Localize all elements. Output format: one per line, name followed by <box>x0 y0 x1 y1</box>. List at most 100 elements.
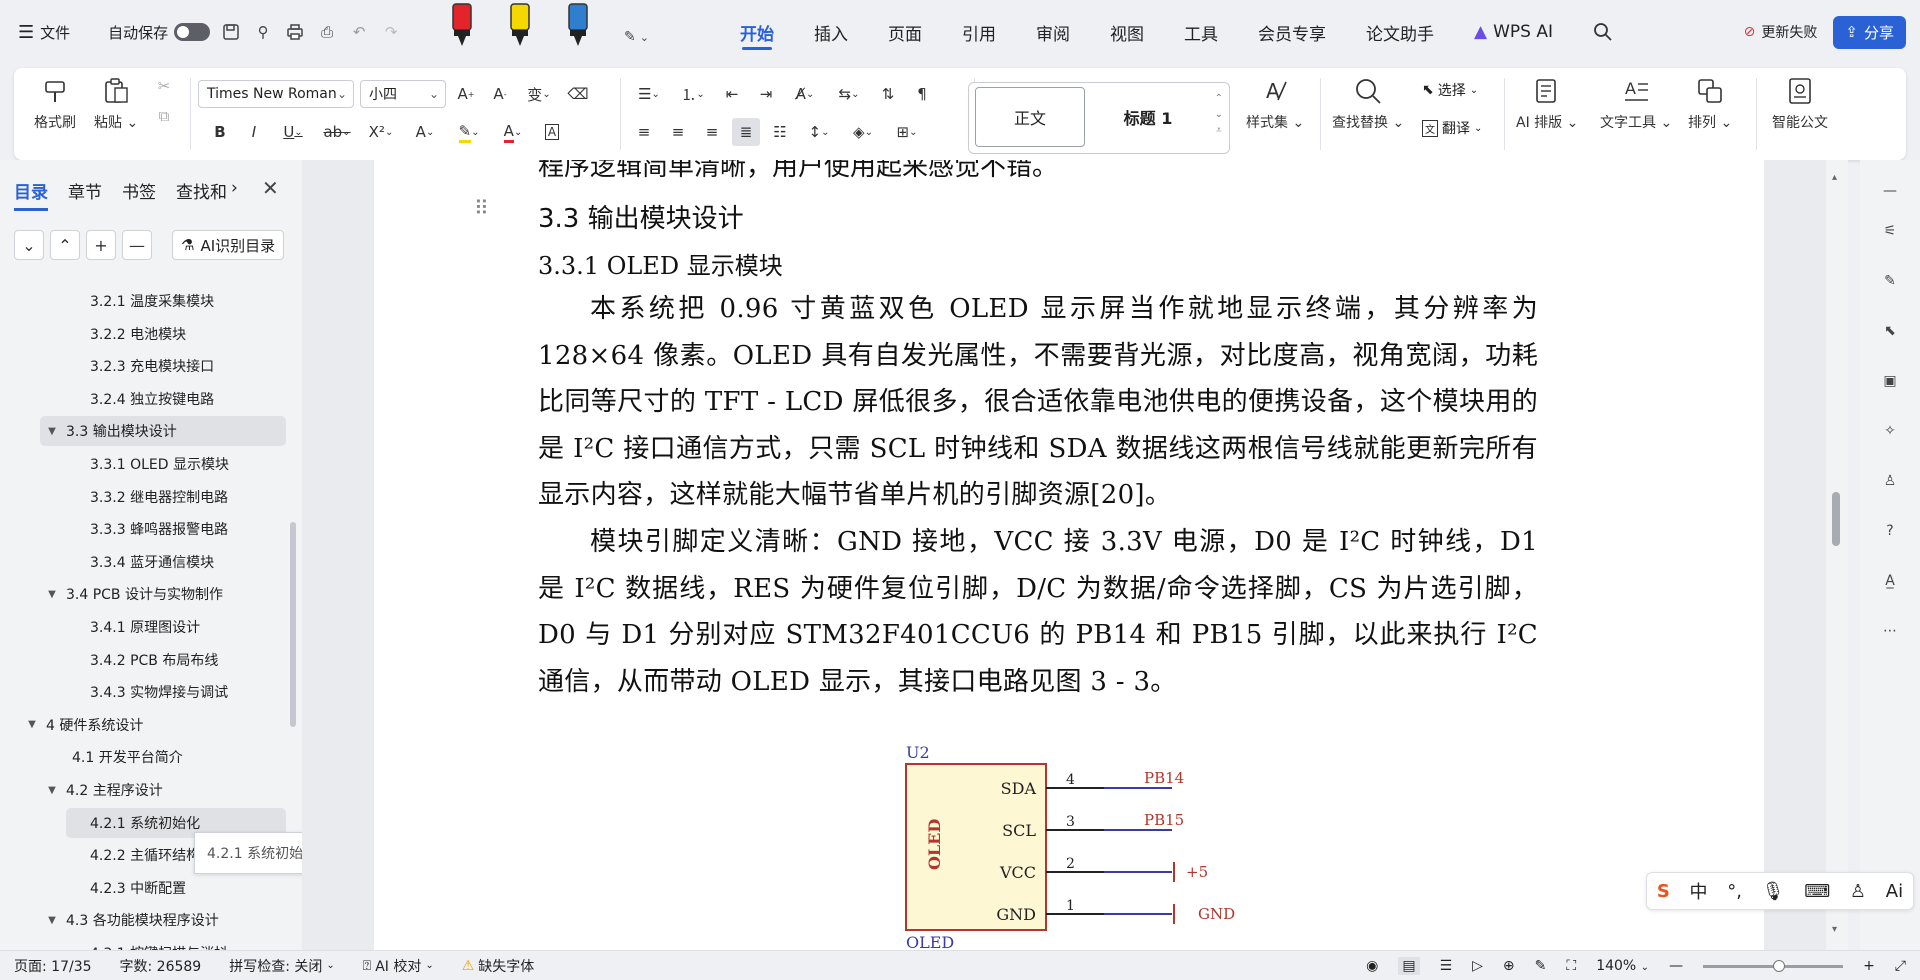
outline-view-icon[interactable]: ☰ <box>1440 958 1453 974</box>
zoom-slider-knob[interactable] <box>1773 959 1786 972</box>
red-marker-icon[interactable] <box>450 0 474 48</box>
tab-view[interactable]: 视图 <box>1090 0 1164 64</box>
expand-triangle-icon[interactable]: ▼ <box>24 719 40 730</box>
page-view-icon[interactable]: ▤ <box>1398 957 1420 975</box>
drag-handle-icon[interactable]: ⠿ <box>474 196 489 220</box>
style-normal[interactable]: 正文 <box>975 87 1085 147</box>
style-set-button[interactable]: A 样式集 ⌄ <box>1246 76 1304 132</box>
share-button[interactable]: ⇪ 分享 <box>1833 15 1906 49</box>
tab-home[interactable]: 开始 <box>720 0 794 64</box>
toc-item[interactable]: 3.3.4 蓝牙通信模块 <box>66 547 286 577</box>
cut-icon[interactable]: ✂ <box>150 72 178 100</box>
more-icon[interactable]: ⋯ <box>1877 618 1903 644</box>
toc-item[interactable]: ▼ 3.3 输出模块设计 <box>40 416 286 447</box>
decrease-indent-icon[interactable]: ⇤ <box>718 80 746 108</box>
collapse-all-button[interactable]: ⌄ <box>14 230 44 260</box>
print-preview-icon[interactable]: ⎙ <box>316 21 338 43</box>
page-indicator[interactable]: 页面: 17/35 <box>0 956 106 976</box>
autosave-toggle[interactable]: 自动保存 <box>108 22 211 43</box>
paste-button[interactable]: 粘贴 ⌄ <box>94 76 138 132</box>
italic-icon[interactable]: I <box>240 118 268 146</box>
toc-item[interactable]: ▼ 4 硬件系统设计 <box>20 710 286 740</box>
adjust-icon[interactable]: ⚟ <box>1877 218 1903 244</box>
zoom-slider[interactable] <box>1703 959 1844 972</box>
image-icon[interactable]: ▣ <box>1877 368 1903 394</box>
toc-item[interactable]: ▼ 3.4 PCB 设计与实物制作 <box>40 579 286 609</box>
justify-icon[interactable]: ≣ <box>732 118 760 146</box>
toc-scrollbar[interactable] <box>290 522 296 727</box>
file-menu-button[interactable]: ☰ 文件 <box>18 22 70 43</box>
toc-item[interactable]: 3.2.3 充电模块接口 <box>66 351 286 381</box>
scroll-up-icon[interactable]: ▴ <box>1832 172 1837 183</box>
tab-tools[interactable]: 工具 <box>1164 0 1238 64</box>
sort-icon[interactable]: ⇅ <box>874 80 902 108</box>
keyboard-icon[interactable]: ⌨ <box>1804 881 1830 902</box>
write-view-icon[interactable]: ✎ <box>1535 958 1547 974</box>
toc-item[interactable]: 4.3.1 按键扫描与消抖 <box>66 938 286 950</box>
chinese-layout-icon[interactable]: A̸ ⌄ <box>786 80 824 108</box>
format-painter-button[interactable]: 格式刷 <box>34 76 76 132</box>
tab-find-replace[interactable]: 查找和 <box>176 178 227 203</box>
expand-triangle-icon[interactable]: ▼ <box>44 785 60 796</box>
tab-bookmarks[interactable]: 书签 <box>122 178 156 203</box>
add-heading-button[interactable]: + <box>86 230 116 260</box>
redo-icon[interactable]: ↷ <box>380 21 402 43</box>
expand-triangle-icon[interactable]: ▼ <box>44 589 60 600</box>
punctuation-icon[interactable]: °, <box>1727 881 1742 902</box>
collapse-sidebar-icon[interactable]: — <box>1877 178 1903 204</box>
style-heading1[interactable]: 标题 1 <box>1093 87 1203 147</box>
find-replace-button[interactable]: 查找替换 ⌄ <box>1332 76 1404 132</box>
scroll-down-icon[interactable]: ▾ <box>1832 924 1837 935</box>
ai-proofread-button[interactable]: ⍰ AI 校对 ⌄ <box>349 956 448 976</box>
smart-doc-button[interactable]: 智能公文 <box>1772 76 1828 132</box>
text-effect-icon[interactable]: A ⌄ <box>406 118 444 146</box>
increase-indent-icon[interactable]: ⇥ <box>752 80 780 108</box>
tab-chapters[interactable]: 章节 <box>68 178 102 203</box>
phonetic-guide-icon[interactable]: 变 ⌄ <box>520 80 558 108</box>
save-icon[interactable] <box>220 21 242 43</box>
ime-chinese-mode[interactable]: 中 <box>1690 878 1708 904</box>
share-link-icon[interactable]: ⚲ <box>252 21 274 43</box>
toc-item[interactable]: 3.3.1 OLED 显示模块 <box>66 449 286 479</box>
toc-item[interactable]: 4.2.3 中断配置 <box>66 873 286 903</box>
tab-member[interactable]: 会员专享 <box>1238 0 1346 64</box>
gallery-scroll-icon[interactable]: ⌃ ⌄ ⩡ <box>1215 91 1223 139</box>
translate-button[interactable]: 文翻译 ⌄ <box>1422 118 1482 138</box>
shirt-icon[interactable]: ♙ <box>1877 468 1903 494</box>
superscript-icon[interactable]: X² ⌄ <box>362 118 400 146</box>
zoom-out-icon[interactable]: — <box>1669 958 1683 974</box>
expand-up-button[interactable]: ⌃ <box>50 230 80 260</box>
font-size-select[interactable]: 小四 ⌄ <box>360 80 446 108</box>
remove-heading-button[interactable]: — <box>122 230 152 260</box>
toc-item[interactable]: 3.4.2 PCB 布局布线 <box>66 645 286 675</box>
tab-wps-ai[interactable]: ▲ WPS AI <box>1454 0 1573 64</box>
underline-icon[interactable]: U ⌄ <box>274 118 312 146</box>
text-tools-button[interactable]: A 文字工具 ⌄ <box>1600 76 1672 132</box>
close-icon[interactable]: ✕ <box>262 176 279 200</box>
search-icon[interactable] <box>1573 0 1633 64</box>
tab-paper-assistant[interactable]: 论文助手 <box>1346 0 1454 64</box>
borders-icon[interactable]: ⊞ ⌄ <box>888 118 926 146</box>
toc-item[interactable]: 3.2.4 独立按键电路 <box>66 384 286 414</box>
bullet-list-icon[interactable]: ☰ ⌄ <box>630 80 668 108</box>
eye-icon[interactable]: ◉ <box>1366 958 1378 974</box>
tab-review[interactable]: 审阅 <box>1016 0 1090 64</box>
vertical-scrollbar[interactable]: ▴ ▾ <box>1826 160 1848 950</box>
align-left-icon[interactable]: ≡ <box>630 118 658 146</box>
shading-icon[interactable]: ◈ ⌄ <box>844 118 882 146</box>
align-center-icon[interactable]: ≡ <box>664 118 692 146</box>
undo-icon[interactable]: ↶ <box>348 21 370 43</box>
line-spacing-icon[interactable]: ↕ ⌄ <box>800 118 838 146</box>
scroll-thumb[interactable] <box>1832 492 1840 546</box>
yellow-marker-icon[interactable] <box>508 0 532 48</box>
help-icon[interactable]: ? <box>1877 518 1903 544</box>
clear-format-icon[interactable]: ⌫ <box>564 80 592 108</box>
tab-insert[interactable]: 插入 <box>794 0 868 64</box>
chevron-right-icon[interactable]: › <box>231 178 238 203</box>
toc-item[interactable]: ▼ 4.2 主程序设计 <box>40 775 286 805</box>
zoom-in-icon[interactable]: + <box>1863 958 1875 974</box>
highlight-color-icon[interactable]: ✎ ⌄ <box>450 118 488 146</box>
ai-icon[interactable]: Ai <box>1886 881 1903 902</box>
autosave-switch[interactable] <box>174 23 211 41</box>
fullscreen-icon[interactable]: ⤢ <box>1895 958 1906 974</box>
